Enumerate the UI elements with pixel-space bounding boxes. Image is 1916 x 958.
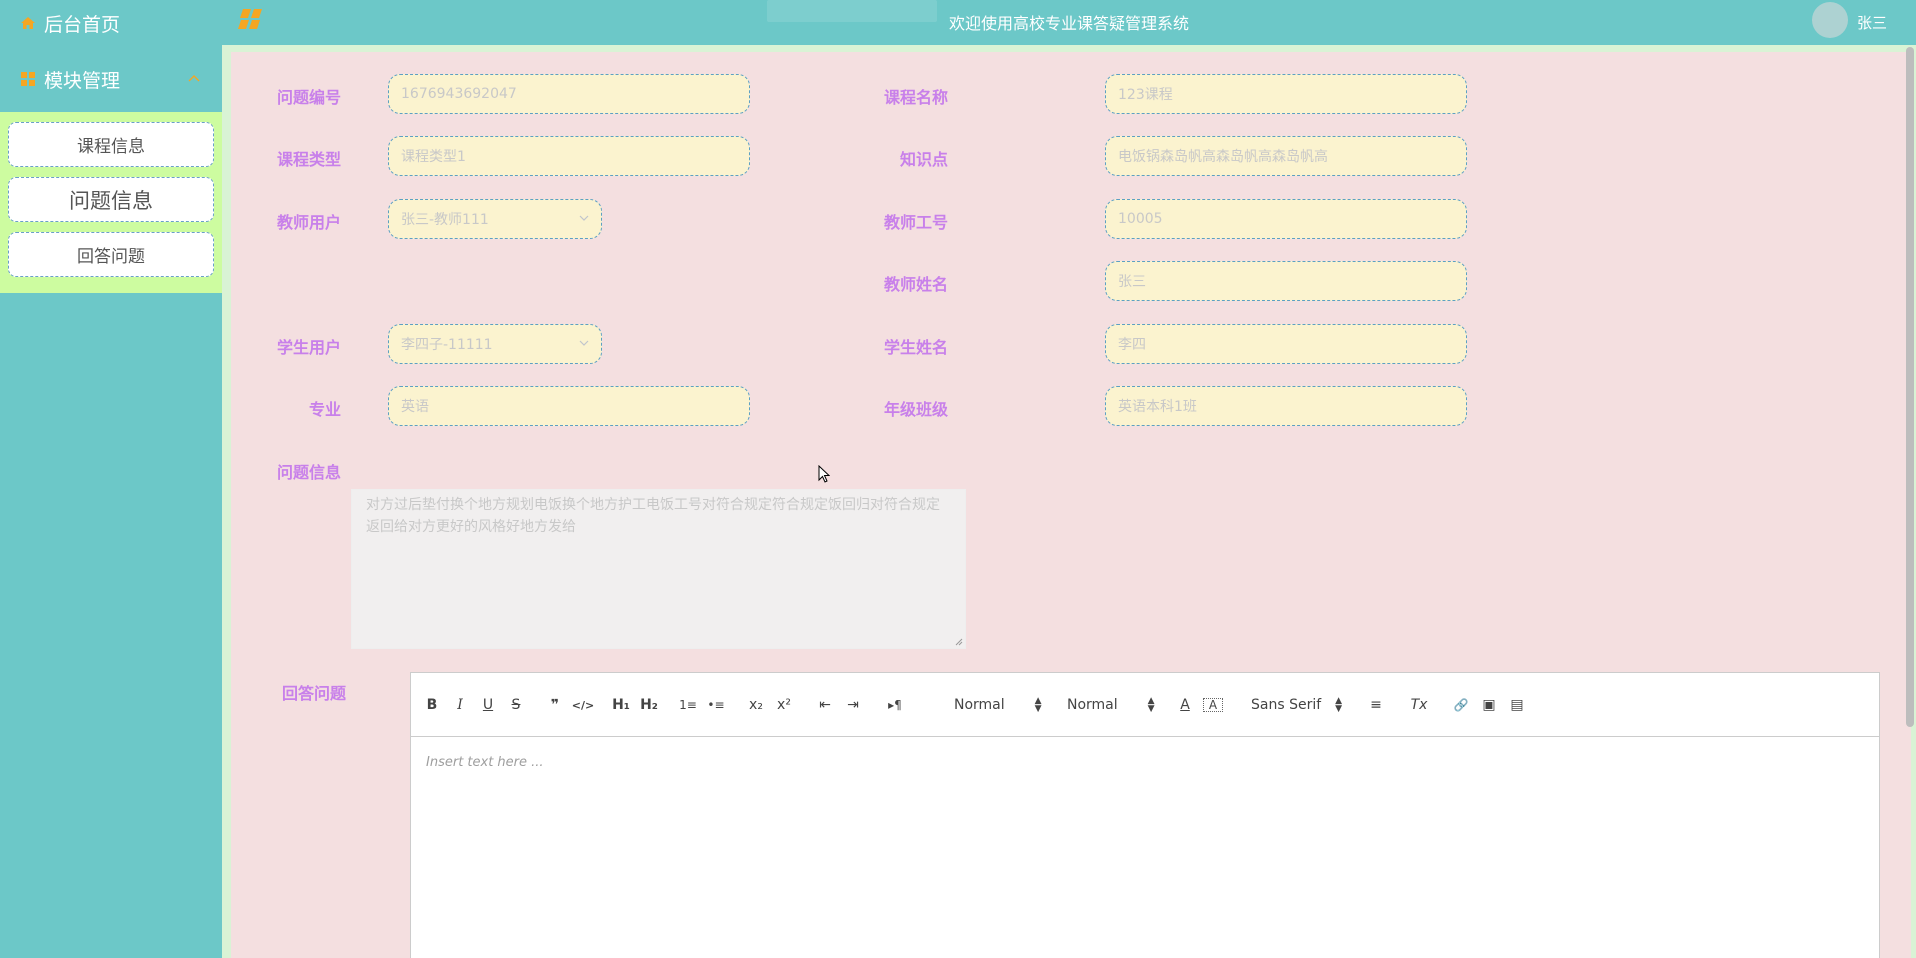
grid-icon <box>21 72 35 86</box>
header-1-button[interactable]: H₁ <box>610 695 632 715</box>
background-color-button[interactable]: A <box>1203 698 1223 712</box>
superscript-button[interactable]: x² <box>773 695 795 715</box>
question-info-label: 问题信息 <box>276 463 341 482</box>
course-name-field[interactable]: 123课程 <box>1105 74 1467 114</box>
top-bar: 欢迎使用高校专业课答疑管理系统 张三 <box>222 0 1916 45</box>
sidebar-item-label: 课程信息 <box>77 137 145 157</box>
student-name-field[interactable]: 李四 <box>1105 324 1467 364</box>
student-name-label: 学生姓名 <box>883 338 948 357</box>
question-no-field[interactable]: 1676943692047 <box>388 74 750 114</box>
teacher-name-field[interactable]: 张三 <box>1105 261 1467 301</box>
font-picker-label: Sans Serif <box>1251 697 1322 713</box>
subscript-button[interactable]: x₂ <box>745 695 767 715</box>
image-button[interactable]: ▣ <box>1479 695 1499 715</box>
question-no-label: 问题编号 <box>276 88 341 107</box>
sidebar-item-label: 回答问题 <box>77 247 145 267</box>
font-color-button[interactable]: A <box>1175 695 1195 715</box>
video-button[interactable]: ▤ <box>1507 695 1527 715</box>
knowledge-label: 知识点 <box>899 150 948 169</box>
code-block-button[interactable]: </> <box>572 695 594 715</box>
updown-icon: ▲ ▼ <box>1034 696 1042 714</box>
question-info-textarea[interactable]: 对方过后垫付换个地方规划电饭换个地方护工电饭工号对符合规定符合规定饭回归对符合规… <box>351 489 966 649</box>
question-info-text: 对方过后垫付换个地方规划电饭换个地方护工电饭工号对符合规定符合规定饭回归对符合规… <box>366 497 940 535</box>
editor-placeholder: Insert text here ... <box>426 755 544 770</box>
sidebar-item-answer-question[interactable]: 回答问题 <box>8 232 214 277</box>
ordered-list-button[interactable]: 1≡ <box>677 695 699 715</box>
updown-icon: ▲ ▼ <box>1147 696 1155 714</box>
major-label: 专业 <box>308 400 341 419</box>
teacher-user-value: 张三-教师111 <box>401 212 489 228</box>
teacher-user-label: 教师用户 <box>276 213 341 232</box>
teacher-user-select[interactable]: 张三-教师111 <box>388 199 602 239</box>
scrollbar[interactable] <box>1906 47 1914 727</box>
editor-toolbar: B I U S ❞ </> H₁ H₂ 1≡ •≡ x₂ x² ⇤ ⇥ ▸¶ N… <box>411 673 1879 737</box>
username[interactable]: 张三 <box>1857 12 1887 33</box>
header-picker-label: Normal <box>1067 697 1118 713</box>
teacher-no-label: 教师工号 <box>883 213 948 232</box>
student-user-value: 李四子-11111 <box>401 337 493 353</box>
link-button[interactable]: 🔗 <box>1451 695 1471 715</box>
size-picker-label: Normal <box>954 697 1005 713</box>
strike-button[interactable]: S <box>507 695 525 715</box>
blockquote-button[interactable]: ❞ <box>546 695 564 715</box>
grade-class-field[interactable]: 英语本科1班 <box>1105 386 1467 426</box>
font-picker[interactable]: Sans Serif ▲ ▼ <box>1251 695 1361 715</box>
grade-class-label: 年级班级 <box>883 400 948 419</box>
student-user-label: 学生用户 <box>276 338 341 357</box>
teacher-no-field[interactable]: 10005 <box>1105 199 1467 239</box>
resize-grip-icon[interactable] <box>955 638 963 646</box>
sidebar-item-question-info[interactable]: 问题信息 <box>8 177 214 222</box>
indent-button[interactable]: ⇥ <box>843 695 863 715</box>
header-picker[interactable]: Normal ▲ ▼ <box>1067 695 1167 715</box>
main-area: 问题编号 1676943692047 课程类型 课程类型1 教师用户 张三-教师… <box>222 45 1916 958</box>
major-field[interactable]: 英语 <box>388 386 750 426</box>
header-2-button[interactable]: H₂ <box>638 695 660 715</box>
chevron-down-icon <box>579 215 589 221</box>
sidebar-item-label: 后台首页 <box>44 13 121 36</box>
sidebar-item-label: 问题信息 <box>69 188 153 213</box>
system-title: 欢迎使用高校专业课答疑管理系统 <box>948 14 1189 33</box>
underline-button[interactable]: U <box>479 695 497 715</box>
sidebar-item-course-info[interactable]: 课程信息 <box>8 122 214 167</box>
teacher-name-label: 教师姓名 <box>883 275 948 294</box>
home-icon <box>21 17 35 29</box>
course-type-field[interactable]: 课程类型1 <box>388 136 750 176</box>
align-button[interactable]: ≡ <box>1366 695 1386 715</box>
bold-button[interactable]: B <box>423 695 441 715</box>
updown-icon: ▲ ▼ <box>1335 696 1343 714</box>
student-user-select[interactable]: 李四子-11111 <box>388 324 602 364</box>
clean-format-button[interactable]: Tx <box>1409 695 1429 715</box>
chevron-up-icon <box>188 75 200 82</box>
course-type-label: 课程类型 <box>276 150 341 169</box>
form-panel: 问题编号 1676943692047 课程类型 课程类型1 教师用户 张三-教师… <box>231 52 1911 958</box>
chevron-down-icon <box>579 340 589 346</box>
outdent-button[interactable]: ⇤ <box>815 695 835 715</box>
text-direction-button[interactable]: ▸¶ <box>885 695 905 715</box>
bullet-list-button[interactable]: •≡ <box>705 695 727 715</box>
sidebar-item-home[interactable]: 后台首页 <box>0 0 222 46</box>
sidebar-item-label: 模块管理 <box>44 69 121 92</box>
course-name-label: 课程名称 <box>883 88 948 107</box>
answer-label: 回答问题 <box>281 684 346 703</box>
mouse-cursor-icon <box>818 465 830 483</box>
answer-editor[interactable]: B I U S ❞ </> H₁ H₂ 1≡ •≡ x₂ x² ⇤ ⇥ ▸¶ N… <box>410 672 1880 958</box>
knowledge-field[interactable]: 电饭锅森岛帆高森岛帆高森岛帆高 <box>1105 136 1467 176</box>
size-picker[interactable]: Normal ▲ ▼ <box>954 695 1054 715</box>
italic-button[interactable]: I <box>451 695 469 715</box>
avatar[interactable] <box>1812 2 1848 38</box>
sidebar-item-module[interactable]: 模块管理 <box>0 46 222 112</box>
sidebar: 后台首页 模块管理 课程信息 问题信息 回答问题 <box>0 0 222 958</box>
submenu: 课程信息 问题信息 回答问题 <box>0 112 222 293</box>
